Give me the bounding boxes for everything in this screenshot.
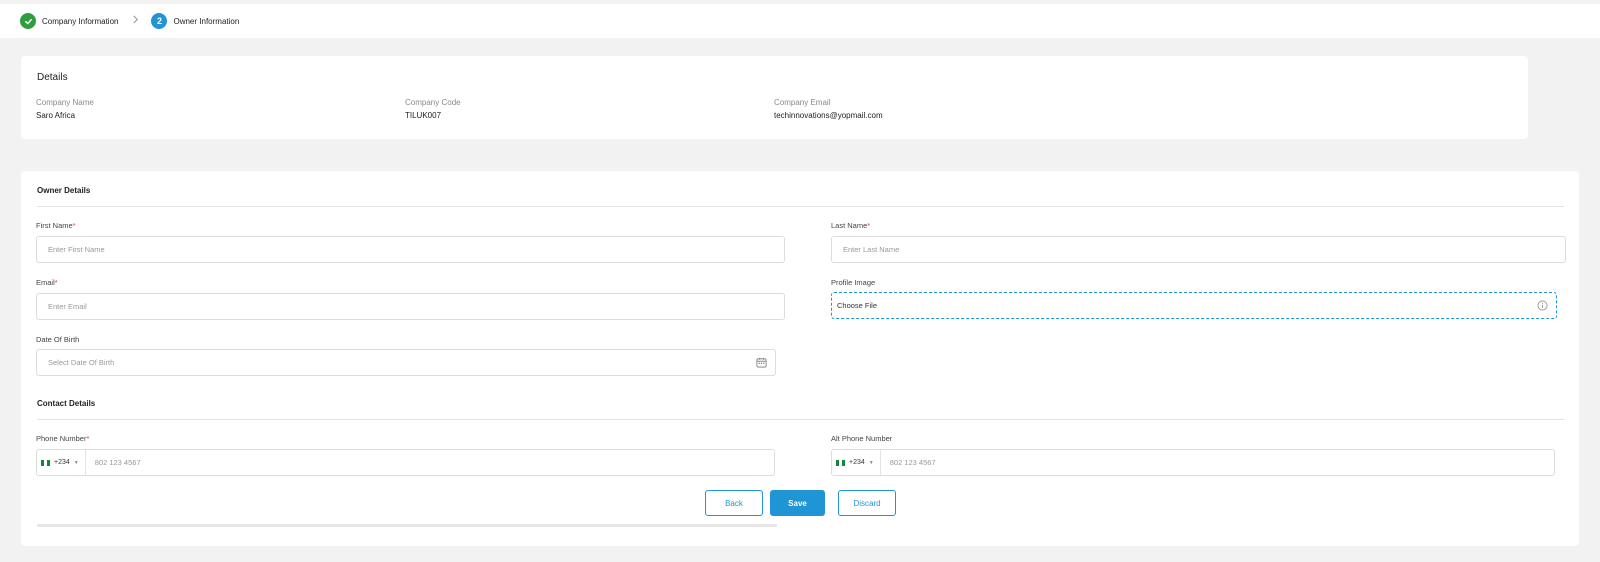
last-name-label: Last Name* <box>831 221 870 230</box>
info-icon[interactable] <box>1537 300 1548 311</box>
email-placeholder: Enter Email <box>48 302 87 311</box>
required-mark: * <box>72 221 76 230</box>
choose-file-text: Choose File <box>837 301 878 310</box>
chevron-right-icon <box>132 15 139 27</box>
phone-label-text: Phone Number <box>36 434 87 443</box>
dob-placeholder: Select Date Of Birth <box>48 358 115 367</box>
company-email-label: Company Email <box>774 98 831 107</box>
country-code-select[interactable]: +234 ▼ <box>37 450 86 475</box>
details-title: Details <box>37 72 68 83</box>
last-name-input[interactable]: Enter Last Name <box>831 236 1566 263</box>
horizontal-scrollbar[interactable] <box>37 524 777 527</box>
country-code: +234 <box>849 459 865 466</box>
alt-phone-placeholder: 802 123 4567 <box>889 458 936 467</box>
required-mark: * <box>867 221 871 230</box>
first-name-label: First Name* <box>36 221 76 230</box>
profile-image-label: Profile Image <box>831 278 876 287</box>
required-mark: * <box>86 434 90 443</box>
save-button[interactable]: Save <box>770 490 825 516</box>
company-name-label: Company Name <box>36 98 94 107</box>
company-details-card: Details Company Name Saro Africa Company… <box>21 56 1528 139</box>
profile-image-file-input[interactable]: Choose File <box>831 292 1557 319</box>
dob-label: Date Of Birth <box>36 335 80 344</box>
first-name-label-text: First Name <box>36 221 73 230</box>
required-mark: * <box>54 278 58 287</box>
nigeria-flag-icon <box>836 459 845 466</box>
last-name-label-text: Last Name <box>831 221 868 230</box>
company-email-field: Company Email techinnovations@yopmail.co… <box>774 98 883 120</box>
owner-details-title: Owner Details <box>37 186 91 195</box>
country-code-select[interactable]: +234 ▼ <box>832 450 881 475</box>
divider <box>37 419 1564 420</box>
company-name-field: Company Name Saro Africa <box>36 98 94 120</box>
email-input[interactable]: Enter Email <box>36 293 785 320</box>
nigeria-flag-icon <box>41 459 50 466</box>
alt-phone-label: Alt Phone Number <box>831 434 893 443</box>
last-name-placeholder: Enter Last Name <box>843 245 900 254</box>
company-code-field: Company Code TILUK007 <box>405 98 461 120</box>
contact-details-title: Contact Details <box>37 399 96 408</box>
company-email-value: techinnovations@yopmail.com <box>774 111 883 120</box>
first-name-input[interactable]: Enter First Name <box>36 236 785 263</box>
caret-down-icon: ▼ <box>868 459 874 466</box>
back-button[interactable]: Back <box>705 490 763 516</box>
country-code: +234 <box>54 459 70 466</box>
divider <box>37 206 1564 207</box>
dob-input[interactable]: Select Date Of Birth <box>36 349 776 376</box>
step-company-information[interactable]: Company Information <box>42 17 118 26</box>
email-label: Email* <box>36 278 58 287</box>
phone-placeholder: 802 123 4567 <box>94 458 141 467</box>
first-name-placeholder: Enter First Name <box>48 245 105 254</box>
caret-down-icon: ▼ <box>73 459 79 466</box>
company-code-label: Company Code <box>405 98 461 107</box>
alt-phone-input[interactable]: +234 ▼ 802 123 4567 <box>831 449 1555 476</box>
stepper: Company Information 2 Owner Information <box>0 4 1600 38</box>
owner-details-card: Owner Details First Name* Enter First Na… <box>21 171 1579 546</box>
step-number-badge: 2 <box>151 13 168 29</box>
company-code-value: TILUK007 <box>405 111 442 120</box>
calendar-icon[interactable] <box>756 357 767 368</box>
phone-input[interactable]: +234 ▼ 802 123 4567 <box>36 449 775 476</box>
step-owner-information[interactable]: Owner Information <box>173 17 239 26</box>
company-name-value: Saro Africa <box>36 111 76 120</box>
check-icon <box>20 13 36 29</box>
phone-label: Phone Number* <box>36 434 89 443</box>
discard-button[interactable]: Discard <box>838 490 896 516</box>
email-label-text: Email <box>36 278 55 287</box>
